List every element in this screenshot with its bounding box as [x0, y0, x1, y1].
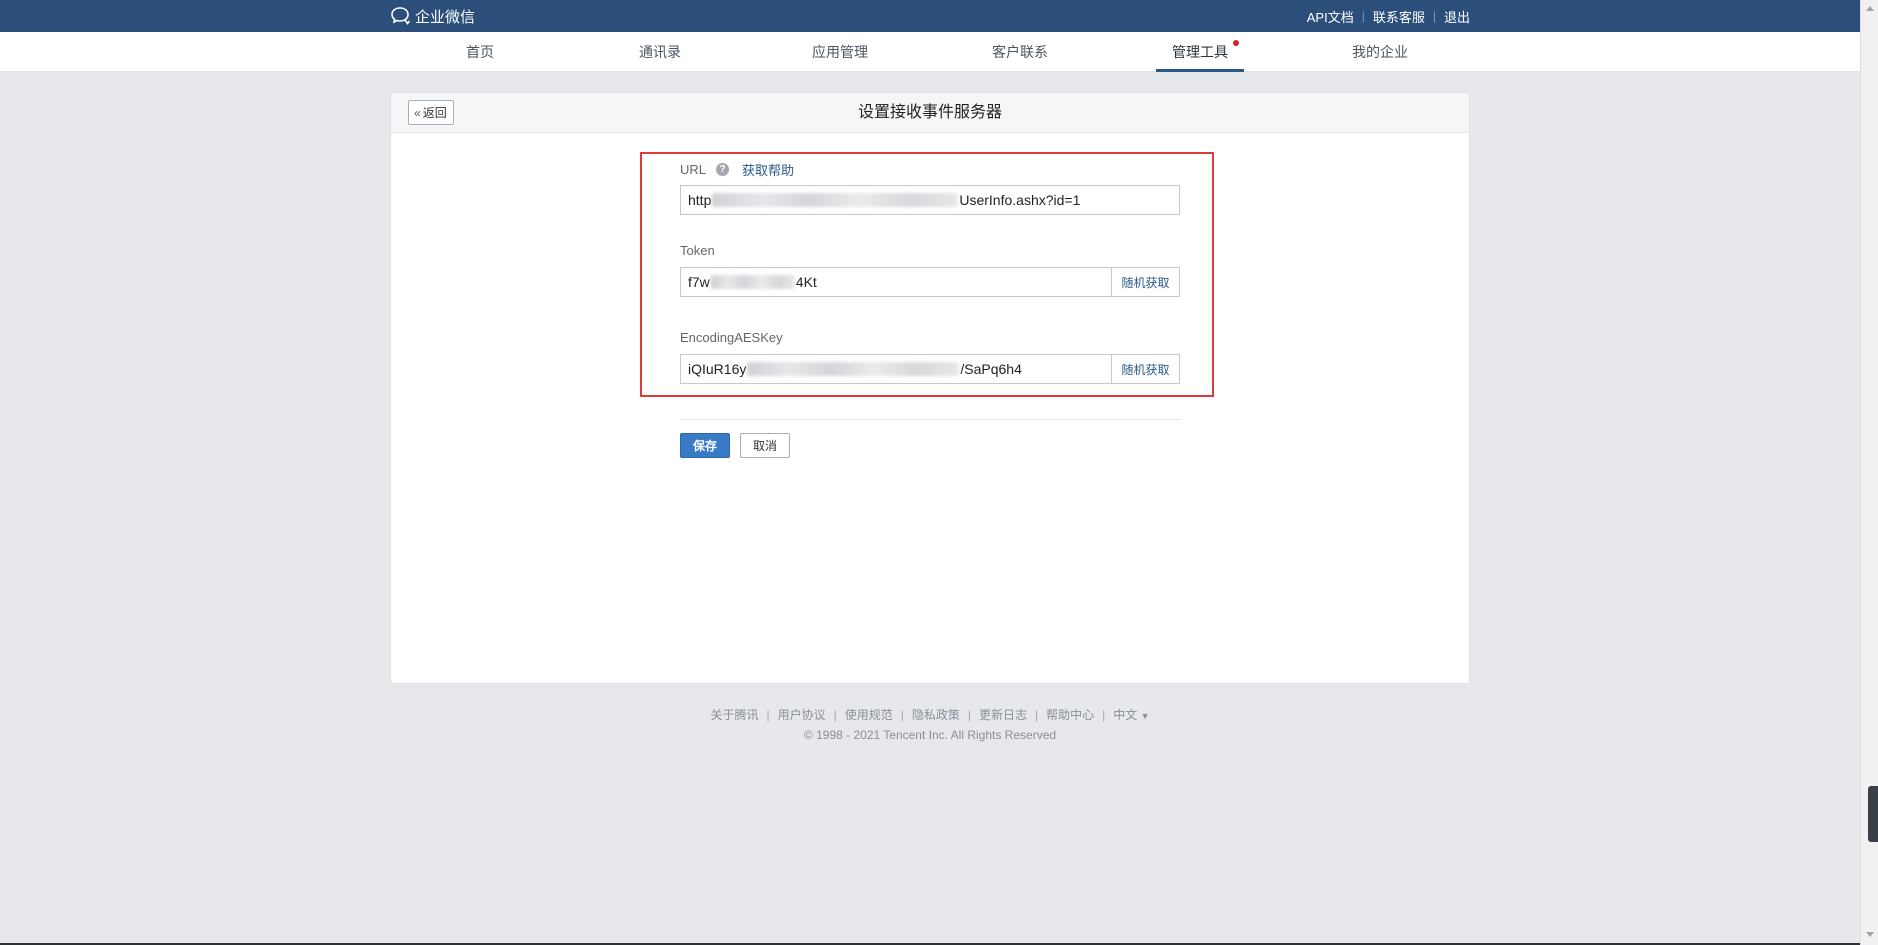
back-button[interactable]: « 返回: [408, 100, 454, 125]
token-input-value[interactable]: f7w 4Kt: [681, 268, 1111, 296]
separator: |: [766, 708, 770, 722]
footer-links: 关于腾讯 | 用户协议 | 使用规范 | 隐私政策 | 更新日志 | 帮助中心 | 中文 ▼: [0, 706, 1860, 723]
aes-value-end: /SaPq6h4: [960, 361, 1022, 377]
main-nav: 首页 通讯录 应用管理 客户联系 管理工具 我的企业: [0, 32, 1860, 72]
wechat-work-logo-icon: [391, 7, 410, 25]
nav-item-my-enterprise[interactable]: 我的企业: [1290, 32, 1470, 72]
top-links: API文档 | 联系客服 | 退出: [1307, 7, 1470, 26]
nav-item-customer-contact[interactable]: 客户联系: [930, 32, 1110, 72]
token-value-end: 4Kt: [795, 274, 817, 290]
api-docs-link[interactable]: API文档: [1307, 7, 1354, 26]
separator: |: [900, 708, 904, 722]
token-value-start: f7w: [688, 274, 710, 290]
save-button[interactable]: 保存: [680, 433, 730, 458]
separator: |: [1432, 9, 1436, 23]
scroll-up-icon[interactable]: [1866, 6, 1874, 11]
separator: |: [1102, 708, 1106, 722]
back-button-label: 返回: [422, 106, 447, 120]
nav-item-management-tools[interactable]: 管理工具: [1110, 32, 1290, 72]
nav-item-app-management[interactable]: 应用管理: [750, 32, 930, 72]
language-label: 中文: [1113, 708, 1138, 722]
copyright-text: © 1998 - 2021 Tencent Inc. All Rights Re…: [803, 728, 1057, 742]
aes-key-input[interactable]: iQIuR16y/SaPq6h4 随机获取: [680, 354, 1180, 384]
footer-link-help-center[interactable]: 帮助中心: [1046, 708, 1094, 722]
contact-support-link[interactable]: 联系客服: [1373, 7, 1425, 26]
separator: |: [967, 708, 971, 722]
cancel-button[interactable]: 取消: [740, 433, 790, 458]
footer-link-about[interactable]: 关于腾讯: [710, 708, 758, 722]
separator: |: [1361, 9, 1365, 23]
url-value-start: http: [688, 192, 712, 208]
token-input[interactable]: f7w 4Kt 随机获取: [680, 267, 1180, 297]
redacted-blur: [712, 193, 959, 207]
url-label: URL: [680, 162, 707, 177]
token-random-button[interactable]: 随机获取: [1111, 268, 1179, 296]
card-header: 设置接收事件服务器 « 返回: [391, 93, 1469, 133]
separator: |: [833, 708, 837, 722]
url-input-value[interactable]: http UserInfo.ashx?id=1: [681, 186, 1179, 214]
scroll-down-icon[interactable]: [1866, 932, 1874, 937]
redacted-blur: [747, 362, 960, 376]
notification-dot: [1233, 40, 1239, 46]
logo[interactable]: 企业微信: [390, 6, 475, 26]
top-bar: 企业微信 API文档 | 联系客服 | 退出: [0, 0, 1860, 32]
side-widget-handle[interactable]: [1868, 786, 1878, 842]
form-divider: [680, 419, 1180, 420]
aes-random-button[interactable]: 随机获取: [1111, 355, 1179, 383]
logout-link[interactable]: 退出: [1444, 7, 1470, 26]
question-circle-icon[interactable]: ?: [716, 163, 730, 176]
aes-key-label: EncodingAESKey: [680, 330, 783, 345]
aes-key-input-value[interactable]: iQIuR16y/SaPq6h4: [681, 355, 1111, 383]
token-label-row: Token: [680, 243, 715, 258]
nav-item-home[interactable]: 首页: [390, 32, 570, 72]
footer-link-changelog[interactable]: 更新日志: [979, 708, 1027, 722]
caret-down-icon: ▼: [1140, 711, 1150, 721]
language-selector[interactable]: 中文 ▼: [1113, 708, 1149, 722]
redacted-blur: [710, 275, 795, 289]
footer-link-privacy[interactable]: 隐私政策: [912, 708, 960, 722]
logo-text: 企业微信: [415, 8, 476, 26]
footer-link-usage-rules[interactable]: 使用规范: [845, 708, 893, 722]
url-value-end: UserInfo.ashx?id=1: [959, 192, 1081, 208]
aes-value-start: iQIuR16y: [688, 361, 747, 377]
token-label: Token: [680, 243, 715, 258]
nav-item-contacts[interactable]: 通讯录: [570, 32, 750, 72]
url-input[interactable]: http UserInfo.ashx?id=1: [680, 185, 1180, 215]
url-label-row: URL ? 获取帮助: [680, 160, 794, 179]
aes-label-row: EncodingAESKey: [680, 330, 783, 345]
nav-item-label: 管理工具: [1172, 44, 1228, 60]
get-help-link[interactable]: 获取帮助: [742, 160, 794, 179]
footer-link-user-agreement[interactable]: 用户协议: [778, 708, 826, 722]
double-chevron-left-icon: «: [414, 105, 421, 120]
separator: |: [1035, 708, 1039, 722]
page-title: 设置接收事件服务器: [857, 104, 1002, 121]
